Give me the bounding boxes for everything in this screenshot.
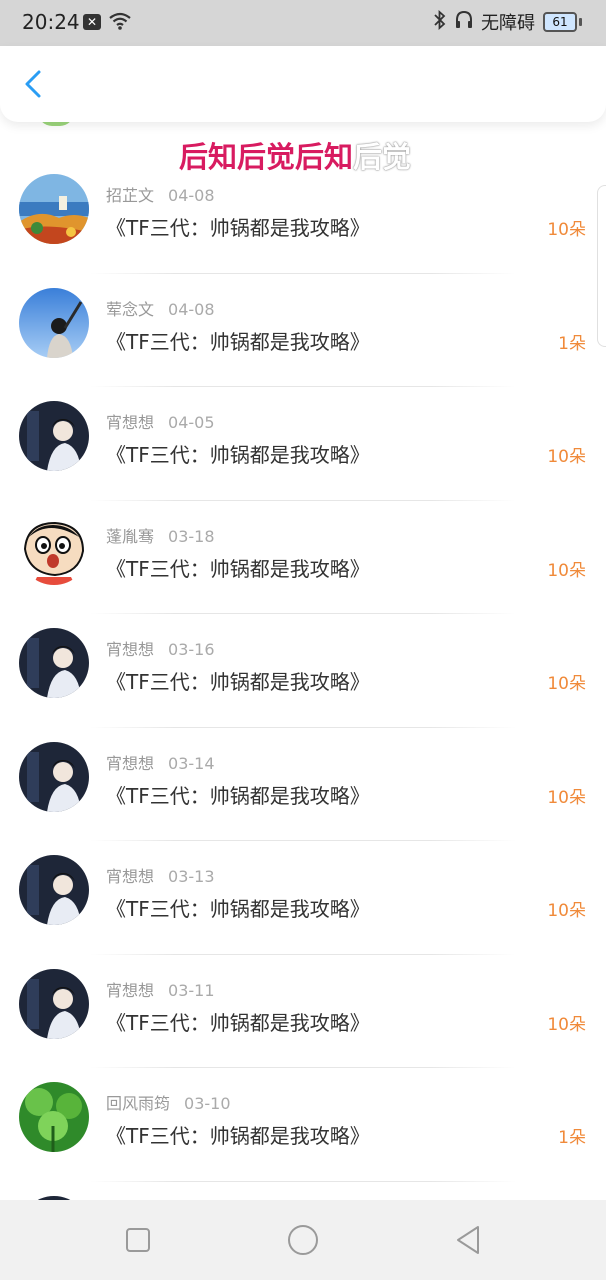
gift-record-list: 招芷文 04-08 《TF三代：帅锅都是我攻略》 10朵 荤念文 04-08 《TF… xyxy=(0,160,606,1200)
back-button[interactable] xyxy=(18,66,52,102)
avatar[interactable] xyxy=(19,1082,89,1152)
user-name[interactable]: 回风雨筠 xyxy=(106,1094,170,1113)
x-notification-icon: ✕ xyxy=(83,14,101,30)
record-date: 04-08 xyxy=(168,299,215,319)
book-title[interactable]: 《TF三代：帅锅都是我攻略》 xyxy=(106,893,370,922)
network-label: 无障碍 xyxy=(481,13,535,34)
user-name[interactable]: 荤念文 xyxy=(106,300,154,319)
avatar[interactable] xyxy=(19,855,89,925)
book-title[interactable]: 《TF三代：帅锅都是我攻略》 xyxy=(106,1007,370,1036)
status-bar: 20:24 ✕ 无障碍 61 xyxy=(0,0,606,46)
list-item[interactable]: 荤念文 04-08 《TF三代：帅锅都是我攻略》 1朵 xyxy=(0,274,606,388)
flower-amount: 1朵 xyxy=(558,1128,586,1148)
list-item[interactable]: 宵想想 03-13 《TF三代：帅锅都是我攻略》 10朵 xyxy=(0,841,606,955)
list-item[interactable]: 宵想想 04-05 《TF三代：帅锅都是我攻略》 10朵 xyxy=(0,387,606,501)
record-date: 03-11 xyxy=(168,980,215,1000)
circle-home-icon xyxy=(288,1225,318,1255)
record-date: 03-13 xyxy=(168,867,215,886)
book-title[interactable]: 《TF三代：帅锅都是我攻略》 xyxy=(106,553,370,582)
headphones-icon xyxy=(455,10,473,35)
flower-amount: 10朵 xyxy=(547,220,586,240)
avatar[interactable] xyxy=(19,287,89,358)
list-item[interactable]: 宵想想 03-14 《TF三代：帅锅都是我攻略》 10朵 xyxy=(0,728,606,842)
record-date: 04-08 xyxy=(168,186,215,205)
avatar[interactable] xyxy=(19,741,89,812)
wifi-icon xyxy=(108,11,132,35)
list-item[interactable]: 回风雨筠 03-10 《TF三代：帅锅都是我攻略》 1朵 xyxy=(0,1068,606,1182)
system-back-button[interactable] xyxy=(450,1222,486,1258)
user-name[interactable]: 招芷文 xyxy=(106,186,154,205)
battery-level: 61 xyxy=(543,12,577,32)
chevron-left-icon xyxy=(25,70,41,98)
avatar[interactable] xyxy=(19,174,89,244)
book-title[interactable]: 《TF三代：帅锅都是我攻略》 xyxy=(106,1120,370,1149)
avatar[interactable] xyxy=(19,968,89,1039)
record-date: 03-10 xyxy=(184,1094,231,1113)
home-button[interactable] xyxy=(285,1222,321,1258)
record-date: 03-18 xyxy=(168,526,215,546)
list-item[interactable]: 宵想想 03-16 《TF三代：帅锅都是我攻略》 10朵 xyxy=(0,614,606,728)
book-title[interactable]: 《TF三代：帅锅都是我攻略》 xyxy=(106,780,370,809)
list-item[interactable]: 宵想想 03-11 《TF三代：帅锅都是我攻略》 10朵 xyxy=(0,955,606,1069)
top-app-bar xyxy=(0,46,606,122)
book-title[interactable]: 《TF三代：帅锅都是我攻略》 xyxy=(106,212,370,241)
book-title[interactable]: 《TF三代：帅锅都是我攻略》 xyxy=(106,439,370,468)
book-title[interactable]: 《TF三代：帅锅都是我攻略》 xyxy=(106,666,370,695)
list-item[interactable]: 招芷文 04-08 《TF三代：帅锅都是我攻略》 10朵 xyxy=(0,160,606,274)
record-date: 03-16 xyxy=(168,640,215,659)
square-recent-icon xyxy=(126,1228,150,1252)
recent-apps-button[interactable] xyxy=(120,1222,156,1258)
record-date: 04-05 xyxy=(168,413,215,432)
record-date: 03-14 xyxy=(168,753,215,773)
bluetooth-icon xyxy=(433,9,447,35)
triangle-back-icon xyxy=(457,1226,479,1254)
flower-amount: 10朵 xyxy=(547,901,586,921)
avatar[interactable] xyxy=(19,514,89,585)
flower-amount: 1朵 xyxy=(558,333,586,354)
user-name[interactable]: 宵想想 xyxy=(106,867,154,886)
user-name[interactable]: 宵想想 xyxy=(106,981,154,1000)
avatar[interactable] xyxy=(19,628,89,698)
floating-danmaku-text: 后知后觉后知后觉 xyxy=(179,140,412,174)
flower-amount: 10朵 xyxy=(547,787,586,808)
flower-amount: 10朵 xyxy=(547,674,586,694)
flower-amount: 10朵 xyxy=(547,1014,586,1035)
user-name[interactable]: 蓬胤骞 xyxy=(106,527,154,546)
user-name[interactable]: 宵想想 xyxy=(106,754,154,773)
status-right-group: 无障碍 61 xyxy=(433,9,582,35)
list-item[interactable]: 蓬胤骞 03-18 《TF三代：帅锅都是我攻略》 10朵 xyxy=(0,501,606,615)
user-name[interactable]: 宵想想 xyxy=(106,413,154,432)
battery-icon: 61 xyxy=(543,12,582,32)
list-item[interactable] xyxy=(0,1182,606,1200)
status-time: 20:24 xyxy=(22,10,80,34)
flower-amount: 10朵 xyxy=(547,560,586,581)
system-nav-bar xyxy=(0,1200,606,1280)
avatar[interactable] xyxy=(19,401,89,471)
user-name[interactable]: 宵想想 xyxy=(106,640,154,659)
flower-amount: 10朵 xyxy=(547,447,586,467)
book-title[interactable]: 《TF三代：帅锅都是我攻略》 xyxy=(106,326,370,355)
